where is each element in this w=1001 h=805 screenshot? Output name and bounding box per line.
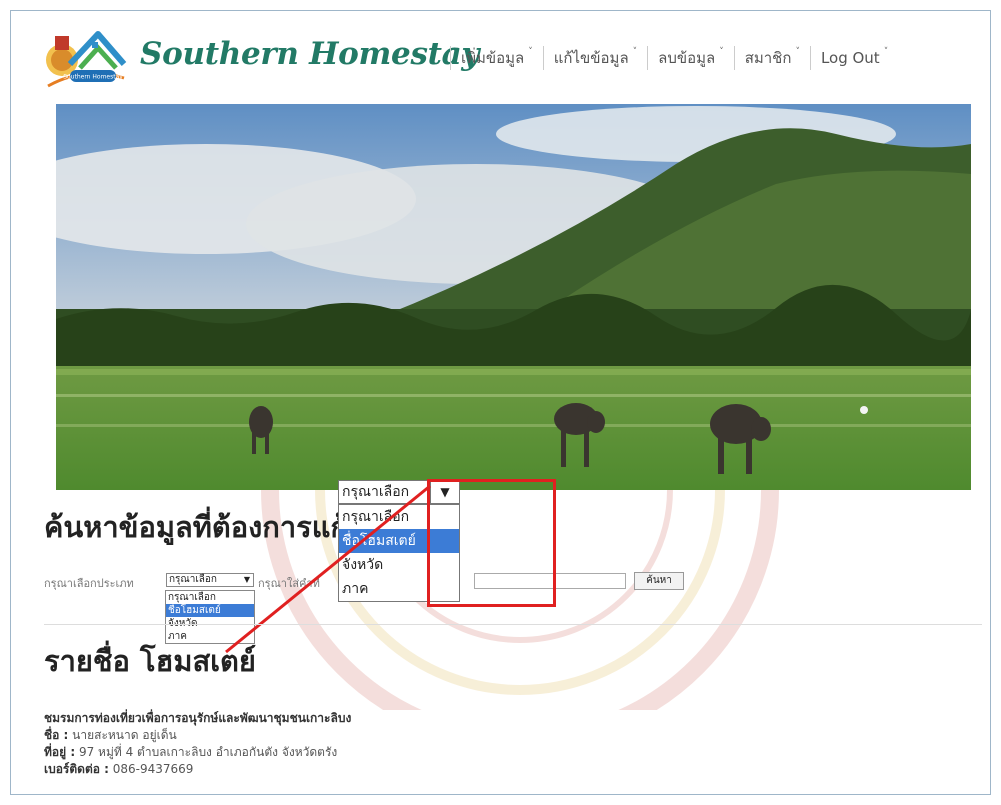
nav-add-data[interactable]: เพิ่มข้อมูล ˅ — [450, 46, 543, 70]
logo-text: Southern Homestay — [63, 74, 123, 81]
list-title: รายชื่อ โฮมสเตย์ — [44, 644, 256, 678]
nav-label: Log Out — [820, 49, 880, 67]
search-button[interactable]: ค้นหา — [634, 572, 684, 590]
dropdown-arrow-icon: ▼ — [243, 575, 250, 584]
caret-icon: ˅ — [632, 47, 638, 57]
caret-icon: ˅ — [883, 47, 889, 57]
caret-icon: ˅ — [719, 47, 724, 57]
type-label: กรุณาเลือกประเภท — [44, 577, 134, 590]
option-item-selected[interactable]: ชื่อโฮมสเตย์ — [166, 604, 254, 617]
section-divider — [44, 624, 982, 625]
phone-value: 086-9437669 — [112, 762, 194, 776]
zoomed-select-value: กรุณาเลือก — [342, 484, 410, 500]
homestay-record: ชมรมการท่องเที่ยวเพื่อการอนุรักษ์และพัฒน… — [44, 710, 351, 778]
nav-label: สมาชิก — [744, 49, 792, 67]
address-value: 97 หมู่ที่ 4 ตำบลเกาะลิบง อำเภอกันตัง จั… — [78, 745, 338, 759]
option-item[interactable]: กรุณาเลือก — [166, 591, 254, 604]
caret-icon: ˅ — [795, 47, 800, 57]
brand-title[interactable]: Southern Homestay — [140, 36, 479, 72]
name-value: นายสะหนาด อยู่เด็น — [72, 728, 177, 742]
nav-edit-data[interactable]: แก้ไขข้อมูล ˅ — [542, 46, 647, 70]
record-address-line: ที่อยู่ : 97 หมู่ที่ 4 ตำบลเกาะลิบง อำเภ… — [44, 744, 351, 761]
phone-label: เบอร์ติดต่อ : — [44, 762, 109, 776]
type-options-list: กรุณาเลือก ชื่อโฮมสเตย์ จังหวัด ภาค — [165, 590, 255, 644]
banner-image — [56, 104, 971, 490]
record-phone-line: เบอร์ติดต่อ : 086-9437669 — [44, 761, 351, 778]
type-select[interactable]: กรุณาเลือก ▼ — [166, 573, 254, 587]
annotation-highlight-box — [427, 479, 556, 607]
address-label: ที่อยู่ : — [44, 745, 76, 759]
nav-label: แก้ไขข้อมูล — [553, 49, 629, 67]
nav-label: ลบข้อมูล — [658, 49, 716, 67]
top-nav: เพิ่มข้อมูล ˅ แก้ไขข้อมูล ˅ ลบข้อมูล ˅ สมาช… — [450, 46, 898, 70]
keyword-label: กรุณาใส่คำที่ — [258, 577, 320, 590]
record-name-line: ชื่อ : นายสะหนาด อยู่เด็น — [44, 727, 351, 744]
name-label: ชื่อ : — [44, 728, 69, 742]
nav-logout[interactable]: Log Out ˅ — [809, 46, 898, 70]
homestay-logo-icon: Southern Homestay — [46, 31, 127, 88]
search-title: ค้นหาข้อมูลที่ต้องการแก้ — [44, 510, 348, 544]
record-org: ชมรมการท่องเที่ยวเพื่อการอนุรักษ์และพัฒน… — [44, 711, 352, 725]
caret-icon: ˅ — [528, 47, 533, 57]
type-select-value: กรุณาเลือก — [169, 574, 217, 585]
nav-delete-data[interactable]: ลบข้อมูล ˅ — [647, 46, 734, 70]
nav-members[interactable]: สมาชิก ˅ — [733, 46, 810, 70]
nav-label: เพิ่มข้อมูล — [461, 49, 525, 67]
